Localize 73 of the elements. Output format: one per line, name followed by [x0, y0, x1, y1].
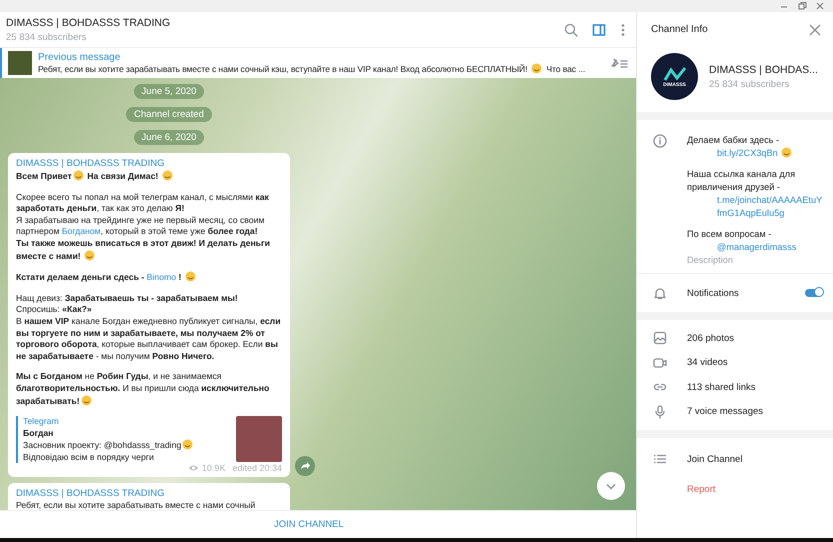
media-row[interactable]: 34 videos [653, 350, 823, 375]
service-message: June 5, 2020 [134, 84, 204, 99]
preview-site: Telegram [23, 416, 60, 428]
description-label: Description [687, 254, 734, 267]
mention-link[interactable]: Binomo [146, 272, 176, 282]
close-icon[interactable] [815, 1, 825, 11]
description-link[interactable]: t.me/joinchat/AAAAAEtuYfmG1AqpEulu5g [717, 194, 823, 220]
list-icon [653, 452, 667, 466]
restore-icon[interactable] [797, 1, 807, 11]
photo-placeholder [236, 416, 282, 462]
channel-name: DIMASSS | BOHDAS... [709, 64, 818, 76]
media-row[interactable]: 113 shared links [653, 375, 823, 400]
preview-text: Відповідаю всім в порядку черги [23, 452, 154, 462]
sidebar-toggle-icon[interactable] [592, 22, 606, 36]
forward-icon[interactable] [295, 456, 315, 476]
message-time: edited 20:34 [232, 463, 282, 474]
media-row[interactable]: 206 photos [653, 326, 823, 350]
emoji-icon [80, 394, 92, 406]
panel-title: Channel Info [651, 24, 708, 35]
media-row[interactable]: 7 voice messages [653, 400, 823, 424]
zigzag-logo-icon [662, 66, 686, 82]
pin-list-icon[interactable] [610, 57, 628, 69]
subscriber-count: 25 834 subscribers [709, 78, 790, 90]
pinned-label: Previous message [38, 52, 122, 63]
microphone-icon [653, 404, 667, 419]
more-icon[interactable] [620, 22, 626, 36]
emoji-icon [182, 439, 194, 450]
link-preview[interactable]: Telegram Богдан Засновник проекту: @bohdasss_trading Відповідаю всім в порядку черги [16, 416, 282, 464]
join-channel-item[interactable]: Join Channel [687, 454, 742, 464]
report-button[interactable]: Report [687, 484, 716, 494]
view-count: 10.9K [202, 463, 226, 474]
pinned-text: Ребят, если вы хотите зарабатывать вместе с нами сочный кэш, вступайте в наш VIP канал! Вход абсолютно БЕСПЛАТНЫЙ! [38, 64, 528, 74]
photo-icon [653, 331, 667, 346]
emoji-icon [162, 170, 173, 181]
message-text: Нащ девиз: Зарабатываешь ты - зарабатываем мы! Спросишь: «Как?» [16, 292, 239, 316]
scroll-down-button[interactable] [597, 472, 625, 500]
description-link[interactable]: bit.ly/2CX3qBn [717, 147, 778, 160]
emoji-icon [184, 271, 196, 282]
sender-name[interactable]: DIMASSS | BOHDASSS TRADING [16, 157, 282, 170]
pinned-text: Что вас ... [546, 64, 586, 74]
message-text: Мы с Богданом не Робин Гуды, и не занимаемся благотворительностью. И вы пришли сюда исключительно зарабатывать! [16, 371, 270, 408]
preview-title: Богдан [23, 428, 54, 440]
service-message: June 6, 2020 [134, 130, 204, 145]
description-text: Делаем бабки здесь - [687, 134, 780, 147]
description-link[interactable]: @managerdimasss [717, 241, 796, 254]
eye-icon [188, 464, 199, 472]
service-message: Channel created [126, 107, 212, 122]
message-text: Я зарабатываю на трейдинге уже не первый месяц, со своим партнером Богданом, который в этой теме уже более года! [16, 214, 266, 238]
info-icon [653, 134, 667, 148]
emoji-icon [72, 170, 84, 181]
message-text: Ребят, если вы хотите зарабатывать вместе с нами сочный [16, 500, 256, 510]
notifications-label: Notifications [687, 288, 740, 298]
photo-placeholder [8, 51, 32, 75]
search-icon[interactable] [564, 22, 578, 36]
message-text: Кстати делаем деньги сдесь - Binomo ! [16, 271, 282, 284]
description-text: По всем вопросам - [687, 228, 772, 241]
preview-text: Засновник проекту: @bohdasss_trading [23, 440, 182, 450]
video-icon [653, 356, 667, 370]
description-text: Наша ссылка канала для привличения друзей - [687, 168, 796, 194]
message-text: В нашем VIP канале Богдан ежедневно публикует сигналы, если вы торгуете по ним и зарабатываете, мы получаем 2% от торгового оборота, которые выплачивает сам брокер. Если вы не зарабатываете - мы получим Ровно Ничего. [16, 316, 282, 362]
notifications-toggle[interactable] [805, 289, 823, 297]
emoji-icon [531, 63, 542, 74]
message-text: Скорее всего ты попал на мой телеграм канал, с мыслями как заработать деньги, так как это делаю Я! [16, 192, 270, 215]
mention-link[interactable]: Богданом [62, 226, 101, 236]
emoji-icon [780, 147, 792, 158]
subscriber-count: 25 834 subscribers [6, 32, 88, 42]
sender-name[interactable]: DIMASSS | BOHDASSS TRADING [16, 487, 282, 500]
close-icon[interactable] [809, 24, 821, 36]
chat-title: DIMASSS | BOHDASSS TRADING [6, 16, 172, 28]
message-text: Ты также можешь вписаться в этот движ! И делать деньги вместе с нами! [16, 238, 271, 262]
message-text: Всем Привет На связи Димас! [16, 170, 282, 183]
emoji-icon [84, 250, 96, 261]
bell-icon [653, 286, 667, 300]
